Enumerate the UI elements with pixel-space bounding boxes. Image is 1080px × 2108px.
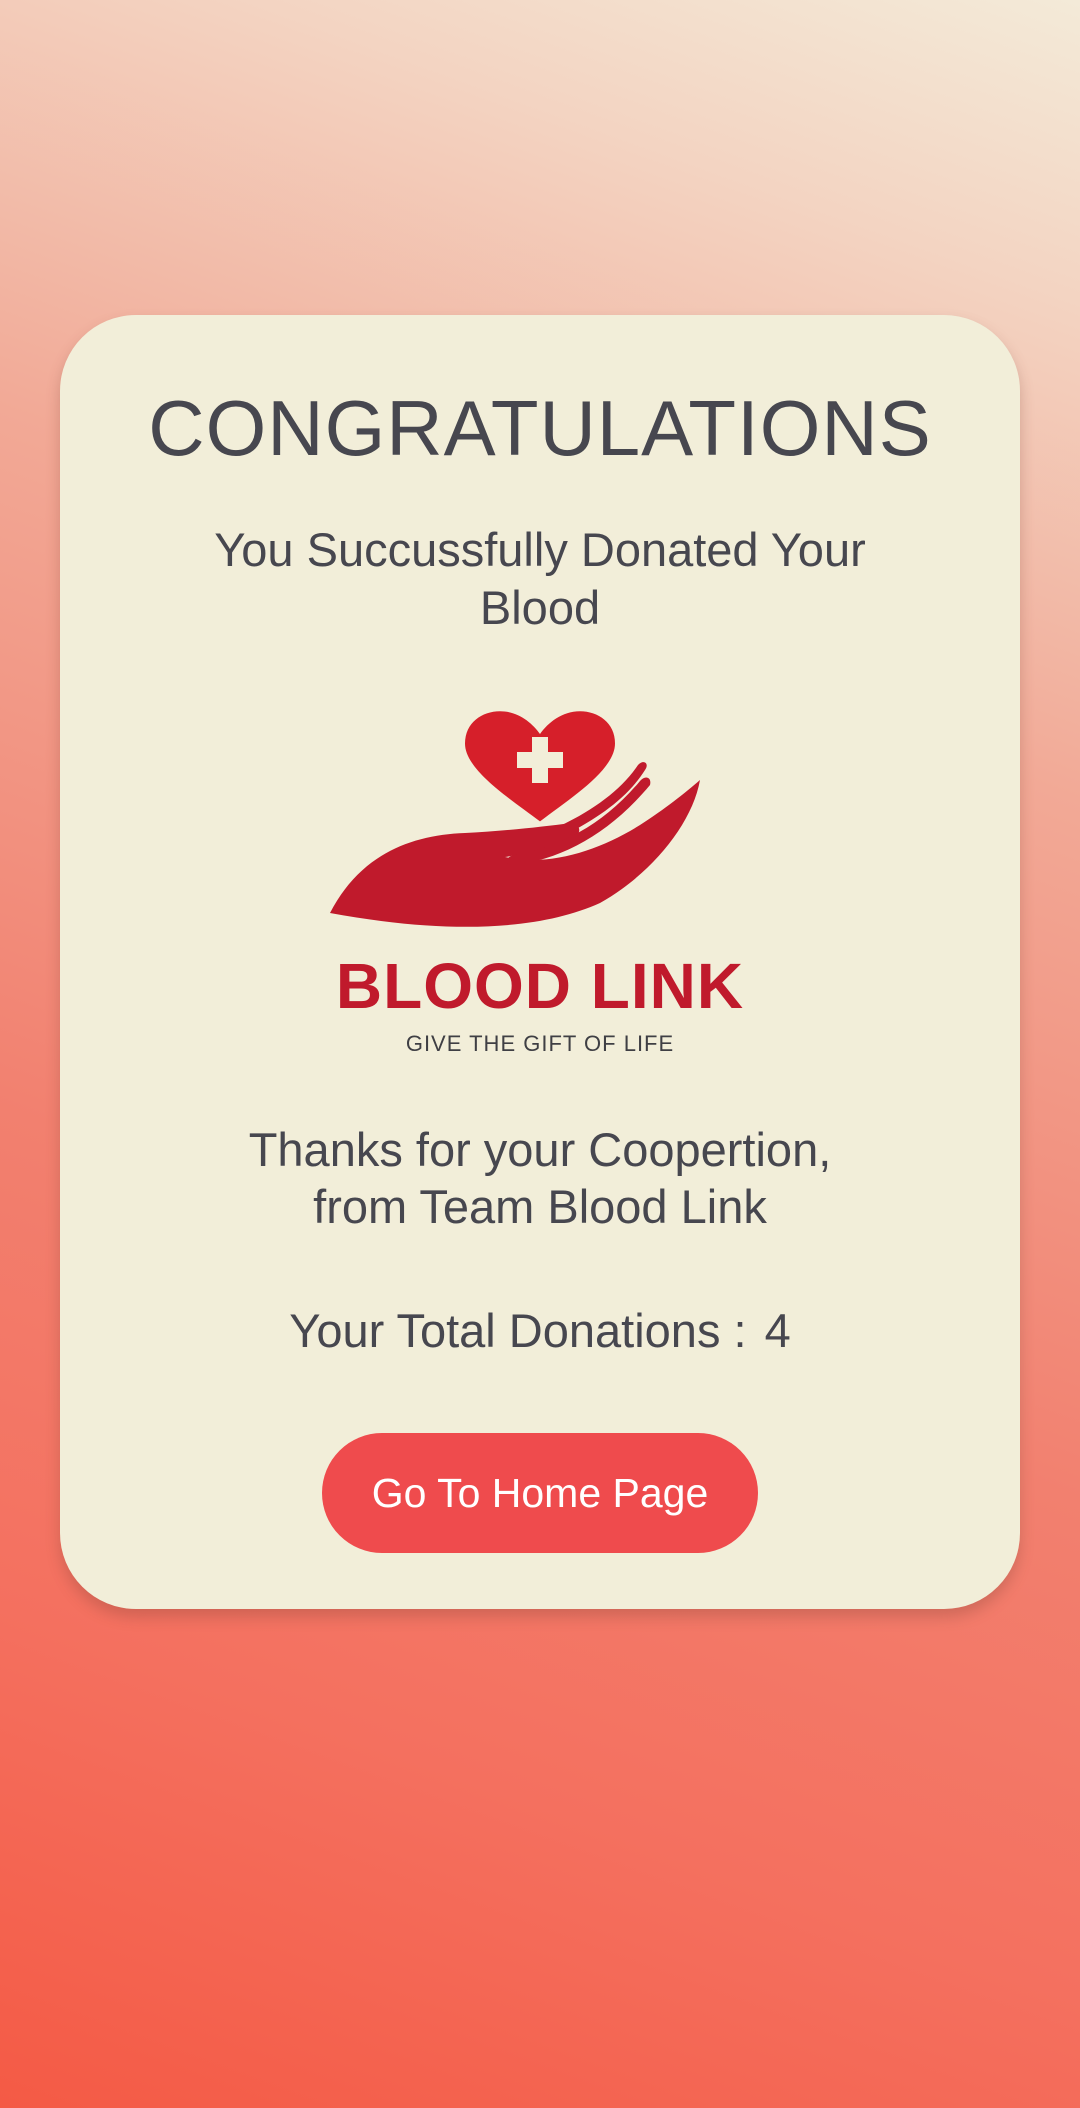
total-donations-label: Your Total Donations : xyxy=(289,1304,747,1357)
congratulations-card: CONGRATULATIONS You Succussfully Donated… xyxy=(60,315,1020,1609)
thanks-message: Thanks for your Coopertion, from Team Bl… xyxy=(120,1121,960,1235)
total-donations: Your Total Donations : 4 xyxy=(60,1303,1020,1358)
thanks-line-2: from Team Blood Link xyxy=(313,1180,767,1233)
go-home-button[interactable]: Go To Home Page xyxy=(322,1433,758,1553)
logo-wordmark: BLOOD LINK xyxy=(336,950,744,1022)
thanks-line-1: Thanks for your Coopertion, xyxy=(248,1123,832,1176)
success-message: You Succussfully Donated Your Blood xyxy=(214,523,866,634)
blood-link-logo: BLOOD LINK GIVE THE GIFT OF LIFE xyxy=(300,685,780,1085)
page-title: CONGRATULATIONS xyxy=(148,384,932,472)
total-donations-value: 4 xyxy=(764,1304,791,1357)
logo-tagline: GIVE THE GIFT OF LIFE xyxy=(406,1031,674,1056)
